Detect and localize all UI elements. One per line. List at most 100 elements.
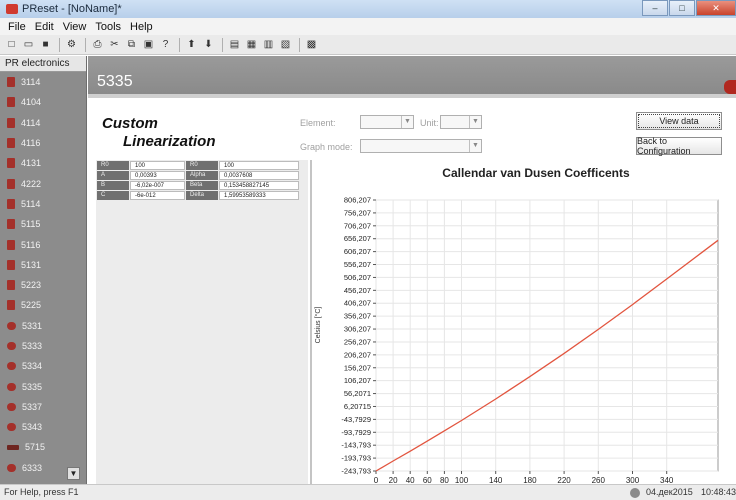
sidebar-item-5223[interactable]: 5223 <box>0 275 86 295</box>
sidebar-item-4116[interactable]: 4116 <box>0 133 86 153</box>
element-label: Element: <box>300 118 336 128</box>
sidebar-item-4131[interactable]: 4131 <box>0 153 86 173</box>
sidebar-item-3114[interactable]: 3114 <box>0 72 86 92</box>
monitor-icon[interactable]: ▩ <box>304 38 319 52</box>
sidebar-item-5715[interactable]: 5715 <box>0 437 86 457</box>
device-icon <box>7 402 16 411</box>
coefficient-value[interactable]: -6,02e-007 <box>130 181 185 190</box>
sidebar-item-label: 5715 <box>25 442 46 453</box>
device-icon <box>7 362 16 371</box>
close-button[interactable]: ✕ <box>696 0 736 16</box>
sidebar-item-label: 4114 <box>21 117 41 128</box>
sidebar-item-label: 4131 <box>21 158 42 169</box>
scroll-down-button[interactable]: ▼ <box>67 467 80 480</box>
y-tick-label: 6,20715 <box>344 402 371 411</box>
paste-icon[interactable]: ▣ <box>141 38 156 52</box>
coefficient-name: R0 <box>97 161 129 170</box>
sidebar-item-4114[interactable]: 4114 <box>0 113 86 133</box>
cut-icon[interactable]: ✂ <box>107 38 122 52</box>
sidebar-item-5333[interactable]: 5333 <box>0 336 86 356</box>
coefficient-value[interactable]: 1,59953589333 <box>219 191 299 200</box>
minimize-button[interactable]: – <box>642 0 668 16</box>
y-tick-label: 206,207 <box>344 350 371 359</box>
window-title: PReset - [NoName]* <box>22 3 122 15</box>
view-data-button[interactable]: View data <box>636 112 722 130</box>
x-tick-label: 340 <box>660 476 674 484</box>
sidebar-item-5335[interactable]: 5335 <box>0 376 86 396</box>
config-icon[interactable]: ⚙ <box>64 38 79 52</box>
device-sidebar: PR electronics 3114 4104 4114 4116 4131 4222 5… <box>0 56 87 484</box>
coefficient-value[interactable]: 0,153458827145 <box>219 181 299 190</box>
coefficient-value[interactable]: -6e-012 <box>130 191 185 200</box>
view-2-icon[interactable]: ▦ <box>244 38 259 52</box>
sidebar-item-label: 6333 <box>22 462 43 473</box>
view-4-icon[interactable]: ▧ <box>278 38 293 52</box>
toolbar-separator <box>85 37 86 52</box>
device-icon <box>7 463 16 472</box>
save-icon[interactable]: ■ <box>38 38 53 52</box>
coefficient-value[interactable]: 0,00393 <box>130 171 185 180</box>
graph-mode-label: Graph mode: <box>300 142 353 152</box>
sidebar-item-5116[interactable]: 5116 <box>0 234 86 254</box>
element-select[interactable]: ▼ <box>360 115 414 129</box>
sidebar-item-label: 5334 <box>22 361 43 372</box>
help-icon[interactable]: ? <box>158 38 173 52</box>
coefficient-value[interactable]: 0,0037608 <box>219 171 299 180</box>
page-title: Custom <box>102 115 158 132</box>
x-tick-label: 80 <box>440 476 449 484</box>
menu-file[interactable]: File <box>8 21 26 33</box>
sidebar-item-label: 4104 <box>21 97 42 108</box>
toolbar: □ ▭ ■ ⚙ ⎙ ✂ ⧉ ▣ ? ⬆ ⬇ ▤ ▦ ▥ ▧ ▩ <box>0 35 736 55</box>
coefficient-value[interactable]: 100 <box>219 161 299 170</box>
sidebar-item-label: 3114 <box>21 77 41 88</box>
sidebar-item-4104[interactable]: 4104 <box>0 92 86 112</box>
graph-mode-select[interactable]: ▼ <box>360 139 482 153</box>
print-icon[interactable]: ⎙ <box>90 38 105 52</box>
sidebar-item-4222[interactable]: 4222 <box>0 173 86 193</box>
sidebar-header: PR electronics <box>0 56 86 72</box>
y-tick-label: -193,793 <box>341 454 371 463</box>
y-tick-label: 456,207 <box>344 286 371 295</box>
coefficient-name: Delta <box>186 191 218 200</box>
sidebar-item-5337[interactable]: 5337 <box>0 397 86 417</box>
new-icon[interactable]: □ <box>4 38 19 52</box>
chevron-down-icon: ▼ <box>469 116 481 128</box>
back-to-configuration-button[interactable]: Back to Configuration <box>636 136 722 156</box>
menu-tools[interactable]: Tools <box>95 21 121 33</box>
upload-icon[interactable]: ⬆ <box>184 38 199 52</box>
menu-view[interactable]: View <box>63 21 87 33</box>
chart-title: Callendar van Dusen Coefficents <box>442 166 630 180</box>
sidebar-item-5131[interactable]: 5131 <box>0 255 86 275</box>
open-icon[interactable]: ▭ <box>21 38 36 52</box>
unit-label: Unit: <box>420 118 439 128</box>
toolbar-separator <box>179 37 180 52</box>
y-tick-label: 356,207 <box>344 312 371 321</box>
device-number: 5335 <box>97 73 133 90</box>
sidebar-item-5115[interactable]: 5115 <box>0 214 86 234</box>
x-tick-label: 0 <box>374 476 379 484</box>
coefficient-panel: R0 100 R0 100 A 0,00393 Alpha 0,0037608 B -6,02e-… <box>96 160 308 484</box>
unit-select[interactable]: ▼ <box>440 115 482 129</box>
menu-edit[interactable]: Edit <box>35 21 54 33</box>
view-1-icon[interactable]: ▤ <box>227 38 242 52</box>
sidebar-item-label: 5225 <box>21 300 42 311</box>
status-date: 04.дек2015 <box>646 487 693 497</box>
view-3-icon[interactable]: ▥ <box>261 38 276 52</box>
download-icon[interactable]: ⬇ <box>201 38 216 52</box>
sidebar-item-5343[interactable]: 5343 <box>0 417 86 437</box>
sidebar-item-5331[interactable]: 5331 <box>0 316 86 336</box>
coefficient-value[interactable]: 100 <box>130 161 185 170</box>
sidebar-item-5334[interactable]: 5334 <box>0 356 86 376</box>
sidebar-item-5114[interactable]: 5114 <box>0 194 86 214</box>
x-tick-label: 40 <box>406 476 415 484</box>
title-bar: PReset - [NoName]* – □ ✕ <box>0 0 736 18</box>
device-header: 5335 <box>88 56 736 98</box>
sidebar-item-5225[interactable]: 5225 <box>0 295 86 315</box>
maximize-button[interactable]: □ <box>669 0 695 16</box>
y-axis-label: Celsius [°C] <box>314 307 322 344</box>
sidebar-item-label: 5337 <box>22 401 43 412</box>
y-tick-label: 306,207 <box>344 325 371 334</box>
menu-help[interactable]: Help <box>130 21 153 33</box>
y-tick-label: 756,207 <box>344 208 371 217</box>
copy-icon[interactable]: ⧉ <box>124 38 139 52</box>
